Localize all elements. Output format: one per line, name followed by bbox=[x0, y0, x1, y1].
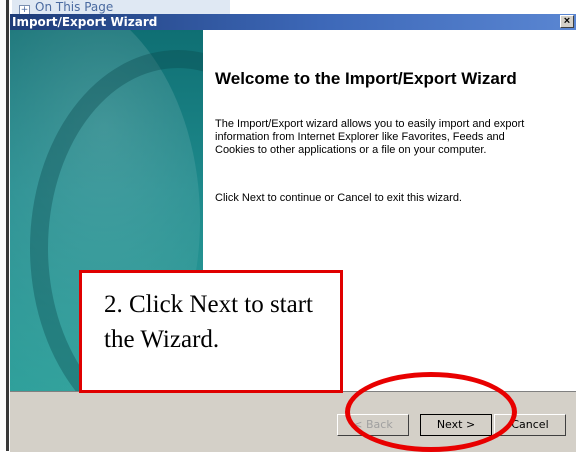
wizard-instructions: Click Next to continue or Cancel to exit… bbox=[215, 192, 462, 204]
on-this-page-label: On This Page bbox=[35, 0, 114, 14]
on-this-page-link[interactable]: + On This Page bbox=[12, 0, 230, 16]
wizard-button-bar: < Back Next > Cancel bbox=[10, 391, 576, 452]
dialog-titlebar[interactable]: Import/Export Wizard × bbox=[10, 14, 576, 30]
wizard-heading: Welcome to the Import/Export Wizard bbox=[215, 69, 517, 88]
next-button[interactable]: Next > bbox=[420, 414, 492, 436]
wizard-description: The Import/Export wizard allows you to e… bbox=[215, 118, 525, 156]
cancel-button-label: Cancel bbox=[511, 418, 549, 431]
cancel-button[interactable]: Cancel bbox=[494, 414, 566, 436]
page-left-rule bbox=[6, 0, 9, 451]
close-icon[interactable]: × bbox=[560, 15, 574, 28]
callout-text: 2. Click Next to start the Wizard. bbox=[104, 291, 313, 353]
next-button-label: Next > bbox=[436, 418, 476, 431]
instruction-callout: 2. Click Next to start the Wizard. bbox=[79, 270, 343, 393]
back-button-label: < Back bbox=[353, 418, 393, 431]
back-button: < Back bbox=[337, 414, 409, 436]
dialog-title: Import/Export Wizard bbox=[12, 15, 158, 29]
